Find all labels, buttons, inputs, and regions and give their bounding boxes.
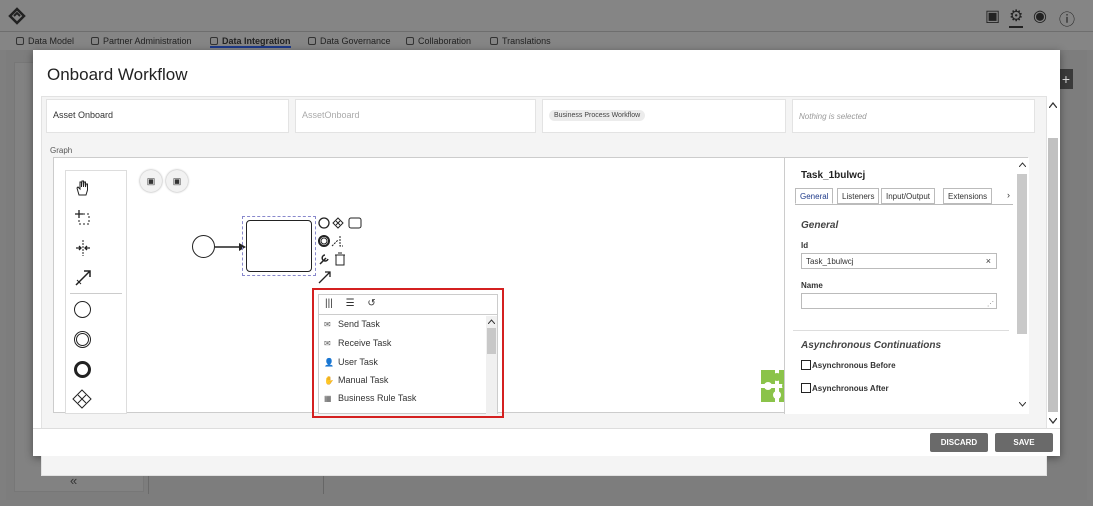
properties-title: Task_1bulwcj bbox=[801, 170, 866, 181]
highlight-box bbox=[312, 288, 504, 418]
tab-label: Data Model bbox=[28, 36, 75, 46]
top-bar: ▣ ⚙ ◉ ⓘ bbox=[0, 0, 1093, 32]
tab-partner-administration[interactable]: Partner Administration bbox=[91, 36, 192, 46]
gateway-icon[interactable] bbox=[72, 389, 92, 409]
modal-scroll-thumb[interactable] bbox=[1048, 138, 1058, 412]
properties-panel: Task_1bulwcj General Listeners Input/Out… bbox=[784, 158, 1029, 414]
palette-divider bbox=[70, 293, 122, 294]
id-label: Id bbox=[801, 241, 809, 250]
hand-tool-icon[interactable] bbox=[74, 179, 92, 197]
tabs-more-icon[interactable]: › bbox=[1007, 190, 1010, 200]
nav-tabs: Data Model Partner Administration Data I… bbox=[0, 32, 1093, 50]
end-event-icon[interactable] bbox=[74, 361, 91, 378]
modal-scrollbar[interactable] bbox=[1047, 98, 1059, 428]
workflow-name-value: Asset Onboard bbox=[53, 110, 114, 120]
clear-icon[interactable]: × bbox=[986, 256, 991, 266]
resize-handle-icon[interactable]: ⋰ bbox=[987, 300, 994, 308]
properties-scroll-thumb[interactable] bbox=[1017, 174, 1027, 334]
connect-tool-icon[interactable] bbox=[74, 269, 92, 287]
lasso-tool-icon[interactable] bbox=[74, 209, 92, 227]
async-before-label: Asynchronous Before bbox=[812, 361, 896, 370]
tab-data-governance[interactable]: Data Governance bbox=[308, 36, 391, 46]
start-event[interactable] bbox=[192, 235, 215, 258]
async-after-label: Asynchronous After bbox=[812, 384, 889, 393]
add-button[interactable]: + bbox=[1059, 69, 1073, 89]
tab-data-model[interactable]: Data Model bbox=[16, 36, 74, 46]
tab-label: Data Governance bbox=[320, 36, 391, 46]
context-pad-button[interactable]: ▣ bbox=[140, 170, 162, 192]
tab-listeners[interactable]: Listeners bbox=[837, 188, 880, 204]
async-section-title: Asynchronous Continuations bbox=[801, 340, 941, 351]
chevron-up-icon[interactable] bbox=[1049, 102, 1057, 108]
context-pad-button[interactable]: ▣ bbox=[166, 170, 188, 192]
workflow-id-placeholder: AssetOnboard bbox=[302, 110, 360, 120]
workflow-id-field[interactable]: AssetOnboard bbox=[295, 99, 536, 133]
bpmn-graph-canvas[interactable]: ▣ ▣ ||| ☰ ↺ ✉ Send Task ✉ Receive Task 👤 Us… bbox=[53, 157, 1029, 414]
async-before-checkbox[interactable]: Asynchronous Before bbox=[801, 360, 896, 370]
intermediate-event-icon[interactable] bbox=[74, 331, 91, 348]
info-icon[interactable]: ⓘ bbox=[1059, 6, 1075, 30]
space-tool-icon[interactable] bbox=[74, 239, 92, 257]
modal-title: Onboard Workflow bbox=[47, 65, 188, 84]
selection-field[interactable]: Nothing is selected bbox=[792, 99, 1035, 133]
discard-button[interactable]: DISCARD bbox=[930, 433, 988, 452]
wrench-delete-icon[interactable] bbox=[318, 252, 348, 266]
modal-body: Asset Onboard AssetOnboard Business Proc… bbox=[41, 96, 1047, 476]
section-divider bbox=[793, 330, 1009, 331]
tab-translations[interactable]: Translations bbox=[490, 36, 551, 46]
id-value: Task_1bulwcj bbox=[806, 257, 854, 266]
chevron-up-icon[interactable] bbox=[1019, 162, 1026, 167]
tab-label: Collaboration bbox=[418, 36, 472, 46]
selection-placeholder: Nothing is selected bbox=[799, 112, 867, 121]
id-input[interactable]: Task_1bulwcj × bbox=[801, 253, 997, 269]
tab-input-output[interactable]: Input/Output bbox=[881, 188, 936, 204]
connect-icon[interactable] bbox=[318, 270, 332, 284]
graph-label: Graph bbox=[50, 146, 73, 155]
async-after-checkbox[interactable]: Asynchronous After bbox=[801, 383, 889, 393]
properties-scrollbar[interactable] bbox=[1015, 158, 1029, 414]
tab-label: Translations bbox=[502, 36, 551, 46]
chevron-down-icon[interactable] bbox=[1019, 402, 1026, 407]
tab-general[interactable]: General bbox=[795, 188, 834, 204]
workflow-name-field[interactable]: Asset Onboard bbox=[46, 99, 289, 133]
start-event-icon[interactable] bbox=[74, 301, 91, 318]
save-button[interactable]: SAVE bbox=[995, 433, 1053, 452]
modal-footer: DISCARD SAVE bbox=[33, 428, 1060, 456]
tab-label: Data Integration bbox=[222, 36, 291, 46]
tab-collaboration[interactable]: Collaboration bbox=[406, 36, 471, 46]
append-more-icon[interactable] bbox=[318, 234, 348, 248]
onboard-workflow-modal: Onboard Workflow Asset Onboard AssetOnbo… bbox=[33, 50, 1060, 476]
tool-palette bbox=[65, 170, 127, 414]
user-icon[interactable]: ◉ bbox=[1033, 6, 1047, 26]
settings-icon[interactable]: ⚙ bbox=[1009, 6, 1024, 28]
save-icon[interactable]: ▣ bbox=[985, 6, 1000, 26]
name-label: Name bbox=[801, 281, 823, 290]
append-shapes-icon[interactable] bbox=[318, 216, 364, 230]
chevron-down-icon[interactable] bbox=[1049, 418, 1057, 424]
app-logo-icon bbox=[8, 7, 26, 25]
name-input[interactable]: ⋰ bbox=[801, 293, 997, 309]
workflow-type-field[interactable]: Business Process Workflow bbox=[542, 99, 786, 133]
tab-data-integration[interactable]: Data Integration bbox=[210, 36, 291, 48]
tab-extensions[interactable]: Extensions bbox=[943, 188, 993, 204]
tab-label: Partner Administration bbox=[103, 36, 192, 46]
workflow-type-pill: Business Process Workflow bbox=[549, 110, 646, 121]
tabs-divider bbox=[795, 204, 1013, 205]
task-element[interactable] bbox=[246, 220, 312, 272]
general-section-title: General bbox=[801, 220, 839, 231]
